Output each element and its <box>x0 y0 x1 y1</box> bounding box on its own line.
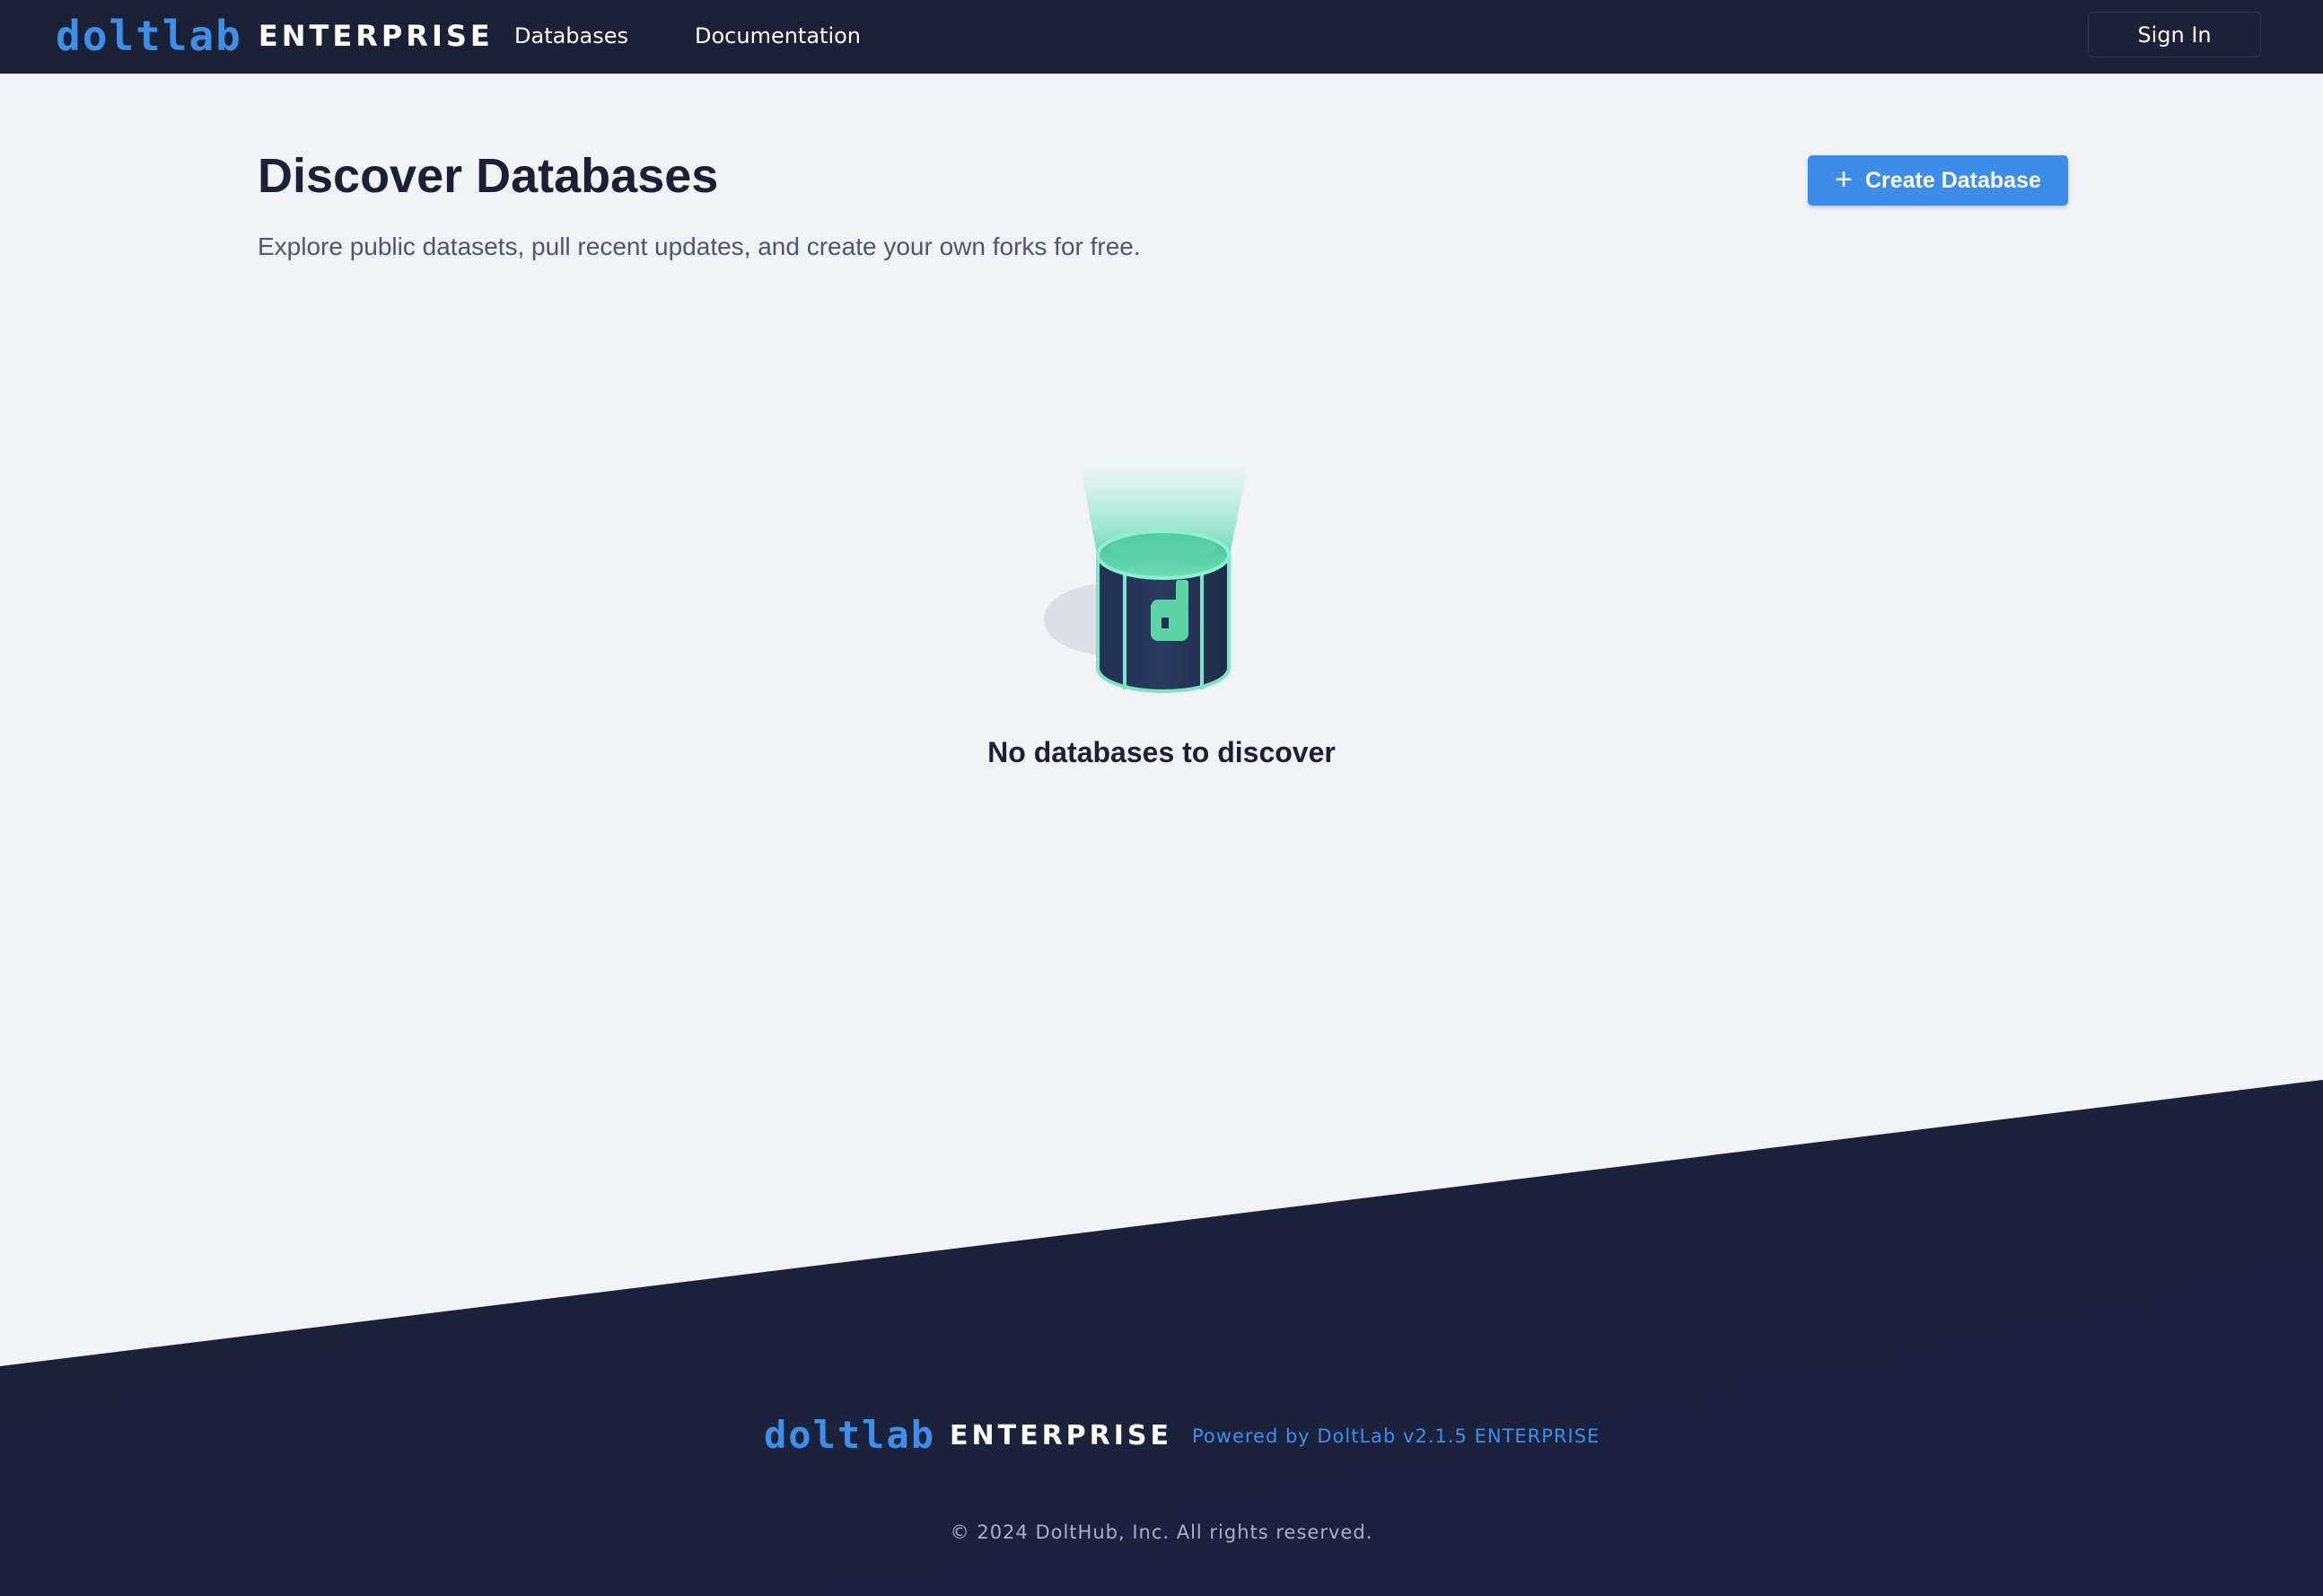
logo-wordmark: doltlab <box>56 12 242 60</box>
create-database-button[interactable]: + Create Database <box>1808 155 2068 206</box>
page-title: Discover Databases <box>258 149 719 203</box>
database-icon <box>1044 467 1248 693</box>
sign-in-button[interactable]: Sign In <box>2088 12 2261 57</box>
footer-logo-edition: ENTERPRISE <box>950 1419 1173 1451</box>
nav-databases-link[interactable]: Databases <box>514 20 628 52</box>
footer-logo[interactable]: doltlab ENTERPRISE <box>764 1416 1172 1454</box>
doltlab-logo[interactable]: doltlab ENTERPRISE <box>56 15 494 57</box>
create-database-label: Create Database <box>1864 167 2041 193</box>
footer-logo-wordmark: doltlab <box>764 1413 936 1457</box>
logo-edition: ENTERPRISE <box>258 19 494 53</box>
nav-documentation-link[interactable]: Documentation <box>695 20 861 52</box>
copyright-text: © 2024 DoltHub, Inc. All rights reserved… <box>950 1521 1373 1543</box>
empty-state-text: No databases to discover <box>987 736 1336 768</box>
page-subtitle: Explore public datasets, pull recent upd… <box>258 232 1141 260</box>
plus-icon: + <box>1835 162 1853 197</box>
top-navbar: doltlab ENTERPRISE Databases Documentati… <box>0 0 2323 74</box>
powered-by-text: Powered by DoltLab v2.1.5 ENTERPRISE <box>1192 1425 1600 1447</box>
